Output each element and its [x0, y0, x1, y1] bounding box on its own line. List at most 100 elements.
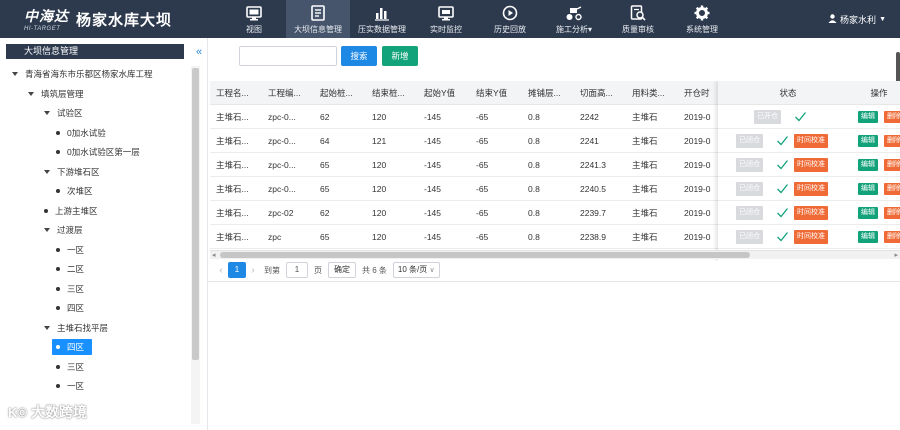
nav-item-realtime-monitor[interactable]: 实时监控	[414, 0, 478, 38]
delete-button[interactable]: 删除	[884, 111, 900, 123]
delete-button[interactable]: 删除	[884, 183, 900, 195]
nav-item-system-management[interactable]: 系统管理	[670, 0, 734, 38]
next-page-icon[interactable]: ›	[246, 265, 260, 276]
table-cell: 主堆石	[626, 201, 678, 225]
edit-button[interactable]: 编辑	[858, 111, 878, 123]
table-cell: zpc-02	[262, 201, 314, 225]
watermark-logo-icon: K©	[8, 404, 27, 420]
status-button[interactable]: 已开仓	[754, 110, 781, 124]
column-header[interactable]: 结束Y值	[470, 81, 522, 105]
column-header[interactable]: 结束桩...	[366, 81, 418, 105]
tree-node[interactable]: 三区	[56, 359, 84, 375]
search-input[interactable]	[239, 46, 337, 66]
tree-node-label: 四区	[67, 342, 85, 352]
delete-button[interactable]: 删除	[884, 207, 900, 219]
tree-node[interactable]: 一区	[56, 378, 84, 394]
tree-node[interactable]: 主堆石找平层	[44, 320, 108, 336]
main-content: 搜索 新增 工程名... 工程编... 起始桩... 结束桩... 起始Y值 结束Y值 摊铺…	[208, 38, 900, 430]
column-header[interactable]: 起始桩...	[314, 81, 366, 105]
time-adjust-button[interactable]: 时间校准	[794, 182, 828, 196]
sidebar-scrollbar[interactable]	[191, 66, 200, 424]
tree-node[interactable]: 三区	[56, 281, 84, 297]
checkmark-icon[interactable]	[776, 182, 790, 196]
time-adjust-button[interactable]: 时间校准	[794, 230, 828, 244]
scroll-left-icon[interactable]: ◂	[212, 251, 216, 259]
checkmark-icon[interactable]	[794, 110, 808, 124]
tree-node[interactable]: 过渡层	[44, 222, 83, 238]
goto-page-input[interactable]: 1	[286, 262, 308, 278]
sidebar-scrollbar-thumb[interactable]	[192, 68, 199, 360]
tree-node[interactable]: 上游主堆区	[44, 203, 98, 219]
checkmark-icon[interactable]	[776, 206, 790, 220]
tree-node[interactable]: 下游堆石区	[44, 164, 100, 180]
delete-button[interactable]: 删除	[884, 231, 900, 243]
table-horizontal-scrollbar-thumb[interactable]	[220, 252, 750, 258]
status-button[interactable]: 已闭仓	[736, 182, 763, 196]
goto-confirm-button[interactable]: 确定	[328, 262, 356, 278]
delete-button[interactable]: 删除	[884, 159, 900, 171]
time-adjust-button[interactable]: 时间校准	[794, 134, 828, 148]
tree-node[interactable]: 0加水试验区第一层	[56, 144, 140, 160]
edit-button[interactable]: 编辑	[858, 231, 878, 243]
expand-caret-icon[interactable]	[12, 72, 18, 76]
column-header[interactable]: 工程名...	[210, 81, 262, 105]
expand-caret-icon[interactable]	[44, 228, 50, 232]
column-header-status[interactable]: 状态	[718, 81, 858, 105]
checkmark-icon[interactable]	[776, 230, 790, 244]
nav-item-view[interactable]: 视图	[222, 0, 286, 38]
edit-button[interactable]: 编辑	[858, 135, 878, 147]
delete-button[interactable]: 删除	[884, 135, 900, 147]
search-button[interactable]: 搜索	[341, 46, 377, 66]
pagination: ‹ 1 › 到第 1 页 确定 共 6 条 10 条/页 ∨	[214, 262, 440, 278]
expand-caret-icon[interactable]	[44, 111, 50, 115]
column-header[interactable]: 开仓时	[678, 81, 718, 105]
tree-node[interactable]: 四区	[52, 339, 93, 355]
prev-page-icon[interactable]: ‹	[214, 265, 228, 276]
nav-item-construction-analysis[interactable]: 施工分析▾	[542, 0, 606, 38]
table-horizontal-scrollbar[interactable]: ◂ ▸	[210, 250, 900, 259]
edit-button[interactable]: 编辑	[858, 159, 878, 171]
tree-node[interactable]: 试验区	[44, 105, 83, 121]
page-size-select[interactable]: 10 条/页 ∨	[392, 262, 440, 278]
nav-item-quality-audit[interactable]: 质量审核	[606, 0, 670, 38]
current-page-button[interactable]: 1	[228, 262, 246, 278]
edit-button[interactable]: 编辑	[858, 207, 878, 219]
status-button[interactable]: 已闭仓	[736, 158, 763, 172]
bullet-icon	[56, 247, 60, 252]
nav-item-compaction-data[interactable]: 压实数据管理	[350, 0, 414, 38]
nav-item-dam-info[interactable]: 大坝信息管理	[286, 0, 350, 38]
status-button[interactable]: 已闭仓	[736, 230, 763, 244]
tree-node[interactable]: 青海省海东市乐都区杨家水库工程	[12, 66, 153, 82]
table-cell: zpc-0...	[262, 129, 314, 153]
tree-node[interactable]: 填筑层管理	[28, 86, 84, 102]
column-header[interactable]: 用料类...	[626, 81, 678, 105]
nav-item-history-playback[interactable]: 历史回放	[478, 0, 542, 38]
expand-caret-icon[interactable]	[28, 91, 34, 96]
column-header[interactable]: 工程编...	[262, 81, 314, 105]
column-header[interactable]: 起始Y值	[418, 81, 470, 105]
nav-label: 系统管理	[686, 25, 718, 34]
add-button[interactable]: 新增	[382, 46, 418, 66]
tree-node[interactable]: 二区	[56, 261, 84, 277]
column-header-operations[interactable]: 操作	[858, 81, 900, 105]
tree-node[interactable]: 一区	[56, 242, 84, 258]
time-adjust-button[interactable]: 时间校准	[794, 158, 828, 172]
expand-caret-icon[interactable]	[44, 325, 50, 330]
status-button[interactable]: 已闭仓	[736, 206, 763, 220]
column-header[interactable]: 切面高...	[574, 81, 626, 105]
collapse-sidebar-icon[interactable]: «	[196, 46, 202, 58]
tree-node[interactable]: 次堆区	[56, 183, 93, 199]
checkmark-icon[interactable]	[776, 158, 790, 172]
user-menu[interactable]: 杨家水利 ▼	[828, 13, 886, 26]
scroll-right-icon[interactable]: ▸	[894, 251, 898, 259]
tree-node[interactable]: 0加水试验	[56, 125, 106, 141]
expand-caret-icon[interactable]	[44, 169, 50, 174]
time-adjust-button[interactable]: 时间校准	[794, 206, 828, 220]
column-header[interactable]: 摊铺层...	[522, 81, 574, 105]
status-button[interactable]: 已闭仓	[736, 134, 763, 148]
tree-node-label: 下游堆石区	[57, 166, 100, 177]
edit-button[interactable]: 编辑	[858, 183, 878, 195]
tree-node-label: 一区	[67, 381, 85, 391]
tree-node[interactable]: 四区	[56, 300, 84, 316]
checkmark-icon[interactable]	[776, 134, 790, 148]
